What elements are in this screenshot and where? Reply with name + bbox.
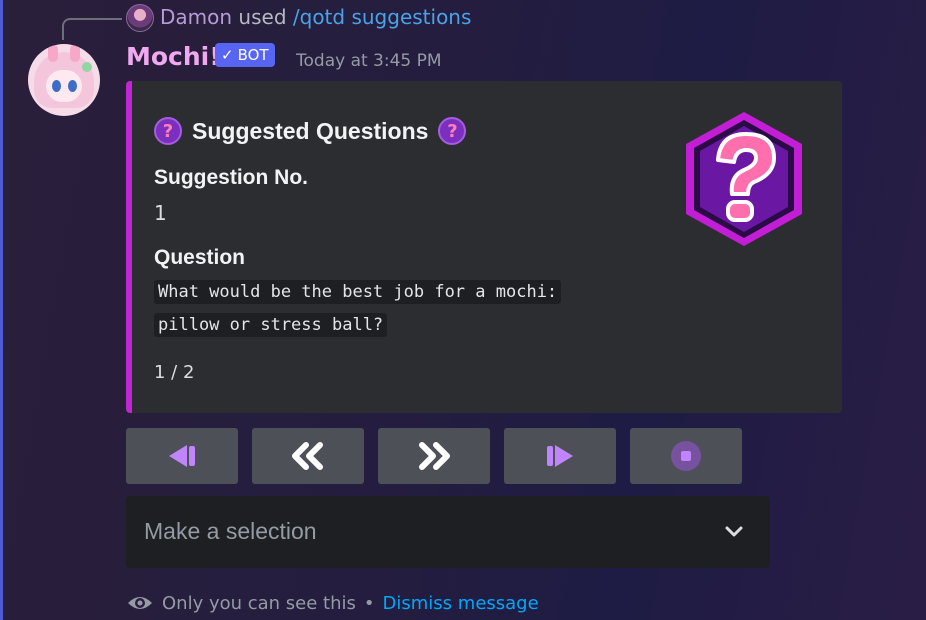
- question-mark-hexagon-icon[interactable]: [682, 110, 806, 248]
- eye-icon: [128, 597, 152, 609]
- first-page-button[interactable]: [126, 428, 238, 484]
- embed-title: Suggested Questions: [192, 117, 429, 144]
- embed-title-row: ? Suggested Questions ?: [154, 114, 467, 148]
- question-badge-icon: ?: [438, 117, 467, 145]
- selection-dropdown[interactable]: Make a selection: [126, 496, 770, 568]
- skip-to-first-icon: [169, 445, 195, 467]
- question-badge-icon: ?: [154, 117, 182, 145]
- notice-separator: •: [363, 592, 375, 614]
- bot-badge-label: BOT: [237, 46, 269, 64]
- reply-command[interactable]: /qotd suggestions: [293, 5, 472, 29]
- reply-avatar[interactable]: [126, 4, 154, 32]
- avatar[interactable]: [28, 44, 100, 116]
- question-code-line-2: pillow or stress ball?: [154, 313, 388, 337]
- question-code-line-1: What would be the best job for a mochi:: [154, 280, 562, 304]
- ephemeral-notice: Only you can see this • Dismiss message: [126, 590, 539, 616]
- message-timestamp: Today at 3:45 PM: [296, 51, 442, 71]
- reply-header: Damon used /qotd suggestions: [160, 5, 471, 29]
- author-name[interactable]: Mochi!: [126, 42, 221, 71]
- next-page-button[interactable]: [378, 428, 490, 484]
- previous-page-button[interactable]: [252, 428, 364, 484]
- field-value-suggestion-no: 1: [154, 201, 167, 225]
- dropdown-placeholder: Make a selection: [144, 518, 317, 544]
- mention-highlight-bar: [0, 0, 3, 620]
- field-name-suggestion-no: Suggestion No.: [154, 166, 308, 189]
- last-page-button[interactable]: [504, 428, 616, 484]
- reply-action: used: [238, 5, 287, 29]
- embed-footer-page-count: 1 / 2: [154, 362, 195, 383]
- reply-connector: [62, 18, 122, 40]
- reply-username[interactable]: Damon: [160, 5, 232, 29]
- chevron-down-icon: [725, 526, 743, 537]
- double-chevron-left-icon: [292, 442, 323, 470]
- ephemeral-notice-text: Only you can see this: [162, 592, 356, 614]
- dismiss-message-link[interactable]: Dismiss message: [383, 593, 539, 614]
- stop-button[interactable]: [630, 428, 742, 484]
- field-name-question: Question: [154, 246, 246, 269]
- stop-icon: [671, 441, 701, 471]
- bot-badge: ✓ BOT: [215, 43, 275, 67]
- skip-to-last-icon: [547, 445, 573, 467]
- double-chevron-right-icon: [419, 442, 450, 470]
- verified-check-icon: ✓: [221, 46, 234, 64]
